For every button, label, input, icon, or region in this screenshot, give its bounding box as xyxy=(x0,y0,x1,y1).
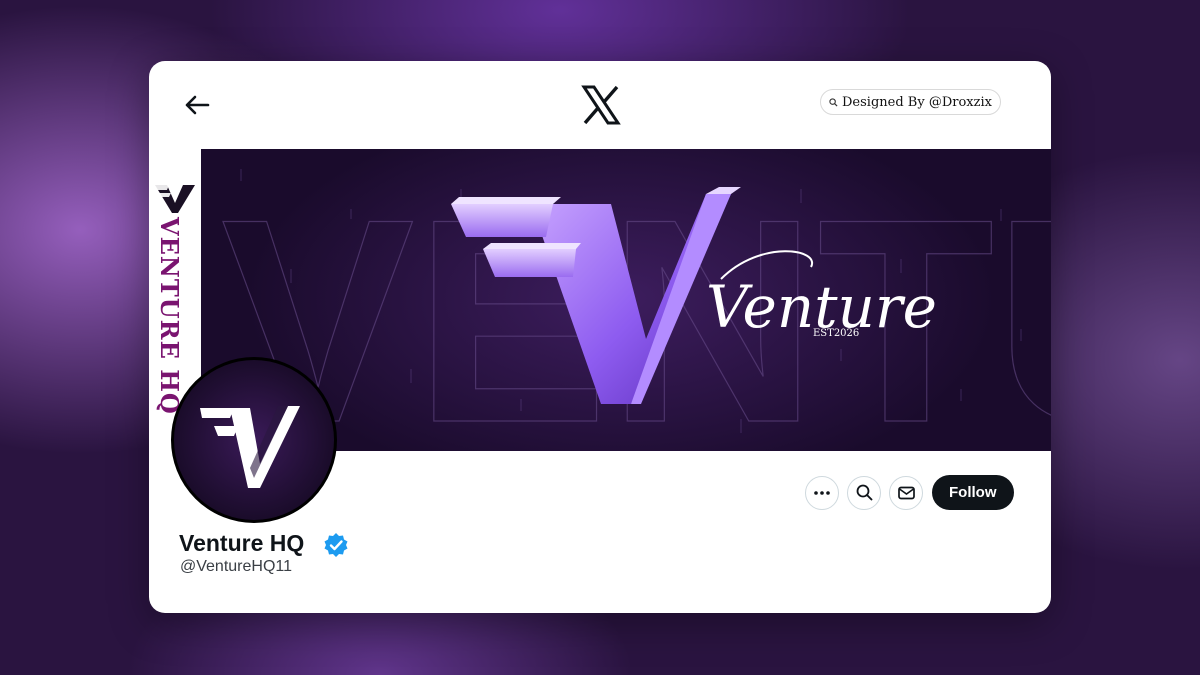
arrow-left-icon xyxy=(185,95,210,115)
designer-credit-text: Designed By @Droxzix xyxy=(842,94,992,110)
handle: @VentureHQ11 xyxy=(180,558,293,575)
profile-card: Designed By @Droxzix VENTURE HQ Venture … xyxy=(149,61,1051,613)
message-button[interactable] xyxy=(889,475,923,510)
mail-icon xyxy=(897,486,915,499)
venture-logo-small xyxy=(155,185,195,213)
avatar-v-logo xyxy=(200,406,300,488)
avatar[interactable] xyxy=(171,357,337,523)
verified-badge-icon xyxy=(324,533,348,557)
search-icon xyxy=(856,484,872,501)
follow-button[interactable]: Follow xyxy=(932,475,1014,510)
display-name: Venture HQ xyxy=(179,530,305,556)
top-bar: Designed By @Droxzix xyxy=(149,61,1051,149)
more-button[interactable] xyxy=(805,475,839,510)
x-logo-icon[interactable] xyxy=(580,84,622,126)
designer-credit-badge: Designed By @Droxzix xyxy=(820,89,1001,115)
search-icon xyxy=(829,97,838,107)
more-icon xyxy=(814,490,830,495)
search-profile-button[interactable] xyxy=(847,475,881,510)
back-button[interactable] xyxy=(179,87,215,123)
banner-est-label: EST2026 xyxy=(813,328,859,339)
profile-actions: Follow xyxy=(805,475,1014,510)
